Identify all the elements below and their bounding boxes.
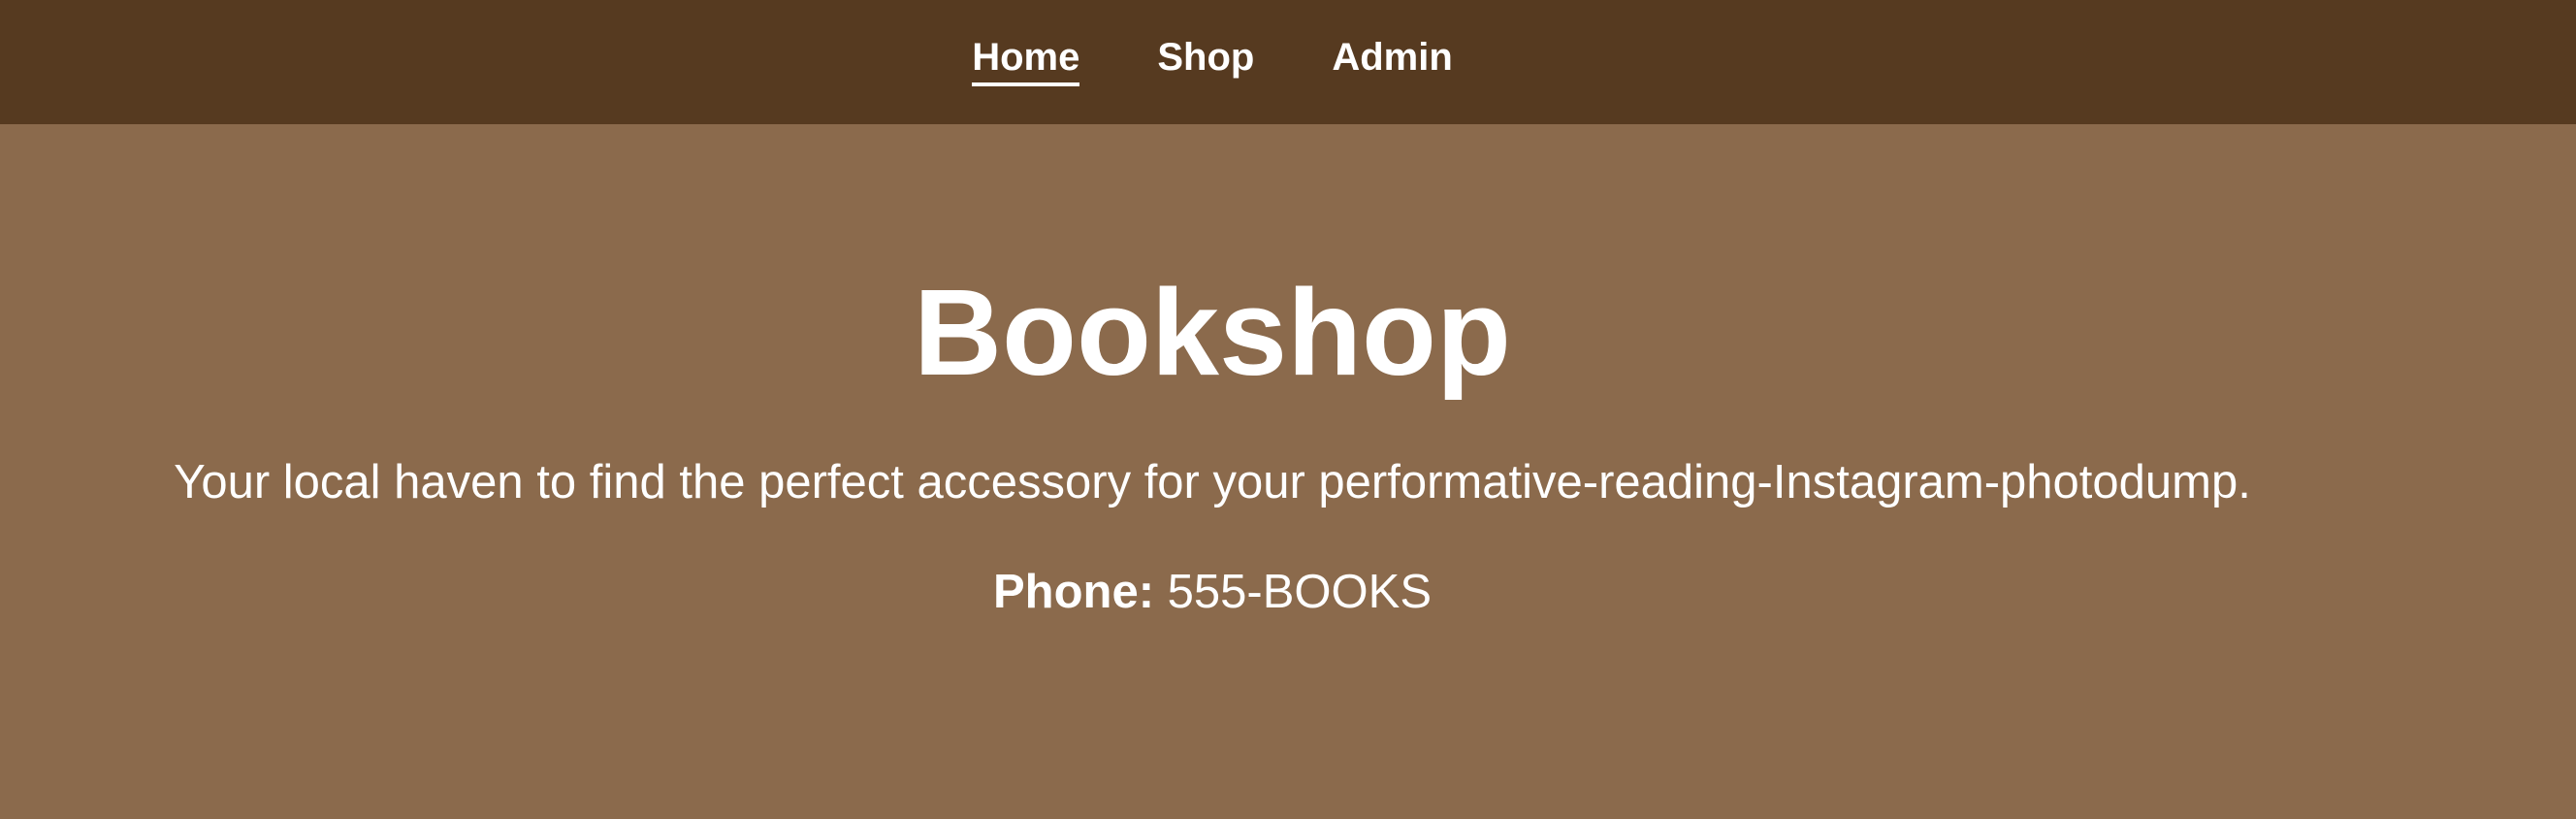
page: Home Shop Admin Bookshop Your local have… [0, 0, 2576, 819]
phone-line: Phone: 555-BOOKS [0, 569, 2425, 616]
top-navigation-bar: Home Shop Admin [0, 0, 2576, 124]
hero-section: Bookshop Your local haven to find the pe… [0, 124, 2425, 819]
phone-label: Phone: [992, 566, 1155, 618]
phone-number: 555-BOOKS [1167, 566, 1433, 618]
main-nav: Home Shop Admin [0, 0, 2425, 124]
nav-link-shop[interactable]: Shop [1157, 38, 1254, 86]
page-title: Bookshop [914, 264, 1511, 401]
nav-link-home[interactable]: Home [972, 38, 1080, 86]
tagline: Your local haven to find the perfect acc… [174, 456, 2251, 508]
nav-link-admin[interactable]: Admin [1332, 38, 1452, 86]
